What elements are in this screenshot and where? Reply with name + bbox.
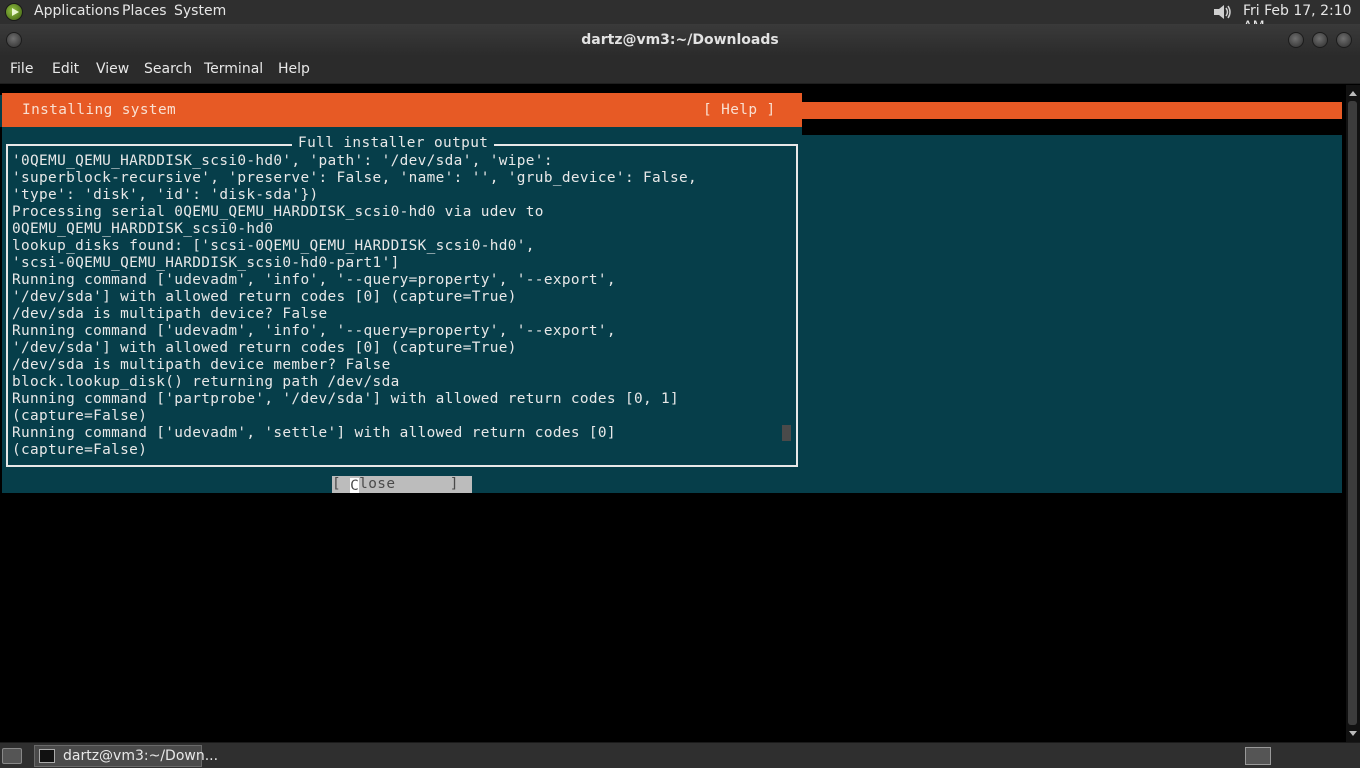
output-line: 0QEMU_QEMU_HARDDISK_scsi0-hd0	[12, 221, 274, 237]
output-line: 'scsi-0QEMU_QEMU_HARDDISK_scsi0-hd0-part…	[12, 255, 400, 271]
show-desktop-icon[interactable]	[2, 748, 22, 764]
close-button-first-letter: C	[350, 478, 360, 494]
scrollbar-thumb[interactable]	[1348, 101, 1357, 725]
output-line: 'superblock-recursive', 'preserve': Fals…	[12, 170, 698, 186]
system-menu[interactable]: System	[174, 3, 226, 19]
output-line: (capture=False)	[12, 442, 148, 458]
menu-view[interactable]: View	[96, 61, 129, 77]
output-line: Running command ['udevadm', 'info', '--q…	[12, 272, 616, 288]
workspace-switcher-icon[interactable]	[1245, 747, 1271, 765]
output-line: lookup_disks found: ['scsi-0QEMU_QEMU_HA…	[12, 238, 535, 254]
render-artifact	[802, 95, 1342, 102]
menu-edit[interactable]: Edit	[52, 61, 79, 77]
output-line: '/dev/sda'] with allowed return codes [0…	[12, 340, 517, 356]
applications-menu[interactable]: Applications	[34, 3, 120, 19]
output-line: (capture=False)	[12, 408, 148, 424]
applications-menu-icon[interactable]	[5, 3, 23, 21]
output-line: Running command ['udevadm', 'settle'] wi…	[12, 425, 616, 441]
menu-help[interactable]: Help	[278, 61, 310, 77]
window-titlebar[interactable]: dartz@vm3:~/Downloads	[0, 24, 1360, 56]
close-button-label: lose ]	[359, 476, 459, 492]
output-line: '/dev/sda'] with allowed return codes [0…	[12, 289, 517, 305]
output-scroll-indicator	[782, 425, 791, 441]
terminal-scrollbar[interactable]	[1346, 85, 1360, 742]
terminal-area[interactable]: Installing system [ Help ] Full installe…	[0, 85, 1346, 742]
close-button-bracket: [	[332, 476, 351, 492]
terminal-icon	[39, 749, 55, 763]
output-line: Running command ['udevadm', 'info', '--q…	[12, 323, 616, 339]
places-menu[interactable]: Places	[122, 3, 167, 19]
installer-header-bar-extension	[802, 102, 1342, 119]
minimize-icon[interactable]	[1288, 32, 1304, 48]
render-artifact	[802, 119, 1342, 135]
output-line: Running command ['partprobe', '/dev/sda'…	[12, 391, 680, 407]
output-line: block.lookup_disk() returning path /dev/…	[12, 374, 400, 390]
taskbar-window-label: dartz@vm3:~/Down...	[63, 748, 219, 764]
scroll-down-icon[interactable]	[1349, 731, 1357, 736]
text-cursor: C	[350, 478, 360, 494]
maximize-icon[interactable]	[1312, 32, 1328, 48]
taskbar-window-button[interactable]: dartz@vm3:~/Down...	[34, 745, 218, 767]
installer-output-log: '0QEMU_QEMU_HARDDISK_scsi0-hd0', 'path':…	[12, 153, 792, 459]
scroll-up-icon[interactable]	[1349, 91, 1357, 96]
output-line: Processing serial 0QEMU_QEMU_HARDDISK_sc…	[12, 204, 544, 220]
close-window-icon[interactable]	[1336, 32, 1352, 48]
output-line: /dev/sda is multipath device member? Fal…	[12, 357, 391, 373]
menu-file[interactable]: File	[10, 61, 33, 77]
output-line: '0QEMU_QEMU_HARDDISK_scsi0-hd0', 'path':…	[12, 153, 553, 169]
menu-terminal[interactable]: Terminal	[204, 61, 263, 77]
render-artifact	[0, 127, 2, 493]
bottom-panel: dartz@vm3:~/Down...	[0, 742, 1360, 768]
window-title: dartz@vm3:~/Downloads	[581, 32, 779, 48]
top-panel: Applications Places System Fri Feb 17, 2…	[0, 0, 1360, 35]
menu-search[interactable]: Search	[144, 61, 192, 77]
output-line: 'type': 'disk', 'id': 'disk-sda'})	[12, 187, 319, 203]
close-button[interactable]: [ Close ]	[332, 476, 472, 494]
speaker-icon[interactable]	[1212, 2, 1234, 22]
output-line: /dev/sda is multipath device? False	[12, 306, 328, 322]
output-box-title: Full installer output	[292, 135, 495, 151]
installer-title: Installing system	[22, 102, 177, 118]
menubar: File Edit View Search Terminal Help	[0, 56, 1360, 84]
help-button[interactable]: [ Help ]	[703, 102, 776, 118]
